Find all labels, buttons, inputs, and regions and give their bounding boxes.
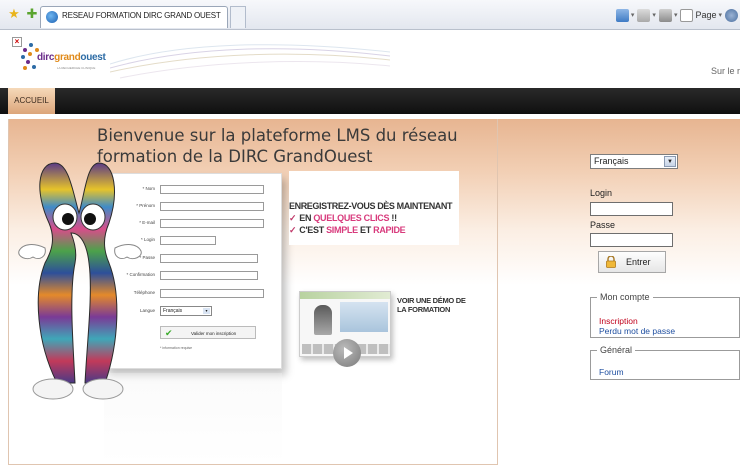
mon-compte-legend: Mon compte (600, 292, 650, 302)
demo-thumbnail-bar (300, 292, 390, 299)
form-field-box (160, 254, 258, 263)
mon-compte-box: Mon compte Inscription Perdu mot de pass… (590, 292, 740, 338)
ie-favicon-icon (46, 11, 58, 23)
password-input[interactable] (590, 233, 673, 247)
password-label: Passe (590, 220, 616, 230)
browser-tab[interactable]: RESEAU FORMATION DIRC GRAND OUEST (40, 6, 228, 28)
form-field-box (160, 185, 264, 194)
play-icon[interactable] (333, 339, 361, 367)
form-field-box (160, 219, 264, 228)
home-icon (615, 8, 629, 22)
lock-icon (606, 256, 616, 268)
login-input[interactable] (590, 202, 673, 216)
enter-button-label: Entrer (626, 257, 651, 267)
tools-button[interactable] (725, 8, 738, 22)
tools-gear-icon (725, 8, 738, 22)
form-validate-button: ✔ Valider mon inscription (160, 326, 256, 339)
header-tagline: Sur le r (710, 66, 740, 76)
add-favorites-icon[interactable]: ✚ (24, 6, 40, 22)
site-header: × dircgrandouest LA RECHERCHE CLINIQUE S… (0, 30, 740, 88)
checkmark-icon: ✔ (165, 328, 173, 338)
dirc-logo[interactable]: dircgrandouest LA RECHERCHE CLINIQUE (20, 38, 115, 78)
feeds-icon (637, 8, 651, 22)
register-line-2-highlight-2: RAPIDE (373, 225, 406, 235)
chevron-down-icon: ▾ (203, 308, 210, 314)
command-bar: ▾ ▾ ▾ Page ▾ (615, 7, 738, 23)
new-tab-button[interactable] (230, 6, 246, 28)
register-line-1-highlight: QUELQUES CLICS (313, 213, 390, 223)
check-icon: ✓ (289, 225, 297, 235)
check-icon: ✓ (289, 213, 297, 223)
form-field-box (160, 202, 264, 211)
logo-text: dircgrandouest (37, 52, 106, 63)
inscription-link[interactable]: Inscription (599, 316, 638, 326)
demo-link-text[interactable]: VOIR UNE DÉMO DE LA FORMATION (397, 296, 467, 314)
feeds-button[interactable]: ▾ (637, 8, 656, 22)
general-legend: Général (600, 345, 633, 355)
main-nav: ACCUEIL (0, 88, 740, 114)
nav-item-accueil[interactable]: ACCUEIL (8, 88, 55, 114)
main-content: Bienvenue sur la plateforme LMS du résea… (8, 119, 740, 465)
register-line-2-prefix: C'EST (299, 225, 324, 235)
form-field-box (160, 289, 264, 298)
promo-banner: Bienvenue sur la plateforme LMS du résea… (8, 119, 498, 465)
page-icon (680, 8, 694, 22)
demo-thumbnail-screen (340, 302, 388, 332)
welcome-title: Bienvenue sur la plateforme LMS du résea… (97, 126, 458, 166)
login-label: Login (590, 188, 613, 198)
page-menu-label: Page (695, 10, 717, 20)
login-panel: Français ▼ Login Passe Entrer Mon compte… (586, 119, 740, 380)
home-button[interactable]: ▾ (615, 8, 634, 22)
language-select-value: Français (594, 156, 629, 166)
form-field-box (160, 271, 258, 280)
header-swoosh-decoration (110, 44, 390, 79)
register-line-2-highlight-1: SIMPLE (326, 225, 358, 235)
register-line-1-prefix: EN (299, 213, 312, 223)
browser-toolbar: ★ ✚ RESEAU FORMATION DIRC GRAND OUEST ▾ … (0, 0, 740, 30)
register-line-1: ✓ EN QUELQUES CLICS !! (289, 213, 397, 224)
demo-thumbnail-figure (314, 305, 332, 335)
chevron-down-icon: ▼ (664, 156, 676, 167)
logo-subtitle: LA RECHERCHE CLINIQUE (57, 66, 96, 70)
register-banner[interactable]: ENREGISTREZ-VOUS DÈS MAINTENANT ✓ EN QUEL… (289, 171, 459, 245)
register-line-2: ✓ C'EST SIMPLE ET RAPIDE (289, 225, 406, 236)
browser-tab-title: RESEAU FORMATION DIRC GRAND OUEST (62, 11, 221, 20)
chromosome-mascot-illustration (18, 162, 142, 400)
form-validate-label: Valider mon inscription (191, 331, 237, 336)
register-line-1-suffix: !! (391, 213, 397, 223)
forgot-password-link[interactable]: Perdu mot de passe (599, 326, 675, 336)
form-lang-value: Français (163, 308, 183, 314)
forum-link[interactable]: Forum (599, 367, 624, 377)
favorites-star-icon[interactable]: ★ (6, 6, 22, 22)
language-select[interactable]: Français ▼ (590, 154, 678, 169)
general-box: Général Forum (590, 345, 740, 380)
printer-icon (658, 8, 672, 22)
logo-text-ouest: ouest (80, 52, 106, 63)
register-headline: ENREGISTREZ-VOUS DÈS MAINTENANT (289, 201, 453, 211)
form-lang-select: Français ▾ (160, 306, 212, 316)
form-required-note: * information requise (160, 346, 193, 350)
print-button[interactable]: ▾ (658, 8, 677, 22)
register-line-2-mid: ET (360, 225, 371, 235)
form-field-box (160, 236, 216, 245)
logo-text-grand: grand (54, 52, 81, 63)
enter-button[interactable]: Entrer (598, 251, 666, 273)
logo-text-dirc: dirc (37, 52, 55, 63)
page-menu-button[interactable]: Page ▾ (680, 8, 722, 22)
